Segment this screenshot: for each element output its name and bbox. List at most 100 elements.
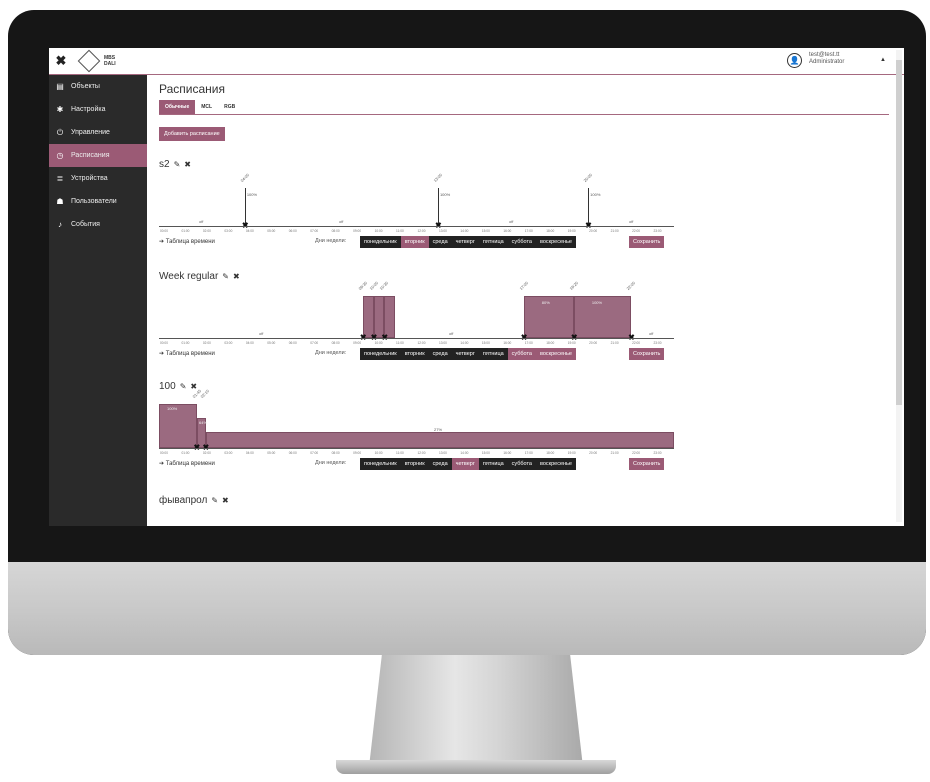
save-button[interactable]: Сохранить [629, 348, 665, 360]
close-icon[interactable]: ✖ [49, 53, 73, 69]
weekday-toggle[interactable]: четверг [451, 348, 479, 360]
bell-icon: ♪ [58, 220, 62, 229]
weekday-toggle[interactable]: понедельник [360, 348, 401, 360]
hour-tick: 13:00 [438, 451, 447, 455]
weekday-toggle[interactable]: понедельник [360, 236, 401, 248]
hour-tick: 00:00 [160, 229, 168, 233]
weekday-toggle[interactable]: понедельник [360, 458, 401, 470]
weekday-toggle[interactable]: четверг [451, 458, 479, 470]
hour-tick: 12:00 [417, 451, 426, 455]
user-avatar-icon[interactable]: 👤 [787, 53, 802, 68]
weekday-toggle[interactable]: среда [428, 236, 452, 248]
hour-tick: 21:00 [610, 451, 619, 455]
sidebar-item[interactable]: ≣ Устройства [49, 167, 147, 190]
hour-tick: 03:00 [224, 341, 233, 345]
hour-tick: 16:00 [503, 229, 512, 233]
hour-tick: 16:00 [503, 451, 512, 455]
tab-1[interactable]: MCL [195, 100, 218, 114]
hour-tick: 16:00 [503, 341, 512, 345]
sidebar-menu: ▤ Объекты ✱ Настройка ⏻ Управление ◷ Расписания… [49, 75, 147, 236]
hour-tick: 13:00 [438, 229, 447, 233]
schedule-title: s2 ✎ ✖ [159, 158, 679, 172]
weekday-toggle[interactable]: пятница [478, 458, 508, 470]
weekday-toggle[interactable]: пятница [478, 348, 508, 360]
sidebar-item[interactable]: ⏻ Управление [49, 121, 147, 144]
time-table-link[interactable]: ➔ Таблица времени [159, 238, 215, 245]
weekday-toggle[interactable]: вторник [400, 348, 429, 360]
schedule-name: 100 [159, 381, 176, 392]
hour-tick: 19:00 [567, 451, 576, 455]
schedule-block [573, 296, 632, 338]
weekday-toggle[interactable]: воскресенье [536, 348, 576, 360]
hour-tick: 18:00 [546, 451, 555, 455]
sidebar-item[interactable]: ✱ Настройка [49, 98, 147, 121]
hour-tick: 12:00 [417, 341, 426, 345]
save-button[interactable]: Сохранить [629, 236, 665, 248]
schedule-footer: ➔ Таблица времени Дни недели: понедельник в… [159, 458, 674, 470]
edit-icon[interactable]: ✎ [174, 160, 181, 169]
schedule-chart [159, 508, 674, 526]
tab-2[interactable]: RGB [218, 100, 241, 114]
weekday-toggle[interactable]: среда [428, 348, 452, 360]
edit-icon[interactable]: ✎ [222, 272, 229, 281]
add-schedule-button[interactable]: Добавить расписание [159, 127, 225, 141]
hour-tick: 22:00 [632, 341, 641, 345]
weekday-toggle[interactable]: среда [428, 458, 452, 470]
weekday-toggle[interactable]: суббота [507, 236, 536, 248]
point-level-label: 100% [439, 192, 451, 197]
save-button[interactable]: Сохранить [629, 458, 665, 470]
sidebar-item-label: События [71, 221, 100, 228]
hour-tick: 00:00 [160, 451, 168, 455]
hour-tick: 11:00 [396, 341, 404, 345]
building-icon: ▤ [56, 82, 64, 91]
hour-tick: 10:00 [374, 451, 383, 455]
hour-tick: 01:00 [181, 229, 190, 233]
weekday-toggle[interactable]: вторник [400, 236, 429, 248]
user-email: test@test.tt [809, 52, 840, 58]
hour-tick: 13:00 [438, 341, 447, 345]
sidebar-item-label: Настройка [71, 106, 106, 113]
page-title: Расписания [159, 82, 225, 96]
delete-icon[interactable]: ✖ [233, 272, 240, 281]
hour-tick: 17:00 [524, 229, 533, 233]
hour-tick: 17:00 [524, 341, 533, 345]
point-level-label: 80% [541, 300, 550, 305]
hour-tick: 07:00 [310, 341, 319, 345]
delete-icon[interactable]: ✖ [222, 496, 229, 505]
scrollbar-thumb[interactable] [896, 60, 902, 405]
tab-0[interactable]: Обычные [159, 100, 196, 114]
weekday-selector: понедельник вторник среда четверг пятница суб… [360, 458, 576, 470]
edit-icon[interactable]: ✎ [180, 382, 187, 391]
hour-tick: 12:00 [417, 229, 426, 233]
sidebar-item-label: Расписания [71, 152, 110, 159]
sidebar-item[interactable]: ♪ События [49, 213, 147, 236]
hour-tick: 10:00 [374, 341, 383, 345]
scrollbar[interactable] [896, 50, 902, 522]
hour-tick: 10:00 [374, 229, 383, 233]
weekday-toggle[interactable]: четверг [451, 236, 479, 248]
weekday-toggle[interactable]: суббота [507, 348, 536, 360]
weekday-toggle[interactable]: пятница [478, 236, 508, 248]
sidebar-item[interactable]: ▤ Объекты [49, 75, 147, 98]
hour-tick: 15:00 [481, 341, 490, 345]
hour-tick: 21:00 [610, 341, 619, 345]
user-info[interactable]: test@test.tt Administrator [809, 52, 844, 66]
hour-tick: 11:00 [396, 229, 404, 233]
sidebar-item-label: Пользователи [71, 198, 117, 205]
edit-icon[interactable]: ✎ [211, 496, 218, 505]
weekday-toggle[interactable]: воскресенье [536, 236, 576, 248]
weekday-toggle[interactable]: воскресенье [536, 458, 576, 470]
users-icon: ☗ [56, 197, 64, 206]
sidebar-item[interactable]: ◷ Расписания [49, 144, 147, 167]
schedule-title: Week regular ✎ ✖ [159, 270, 679, 284]
off-label: off [339, 219, 344, 224]
weekday-toggle[interactable]: вторник [400, 458, 429, 470]
schedule-block [205, 432, 674, 448]
weekday-toggle[interactable]: суббота [507, 458, 536, 470]
weekday-selector: понедельник вторник среда четверг пятница суб… [360, 236, 576, 248]
caret-up-icon[interactable]: ▲ [880, 57, 886, 63]
delete-icon[interactable]: ✖ [184, 160, 191, 169]
time-table-link[interactable]: ➔ Таблица времени [159, 350, 215, 357]
time-table-link[interactable]: ➔ Таблица времени [159, 460, 215, 467]
sidebar-item[interactable]: ☗ Пользователи [49, 190, 147, 213]
